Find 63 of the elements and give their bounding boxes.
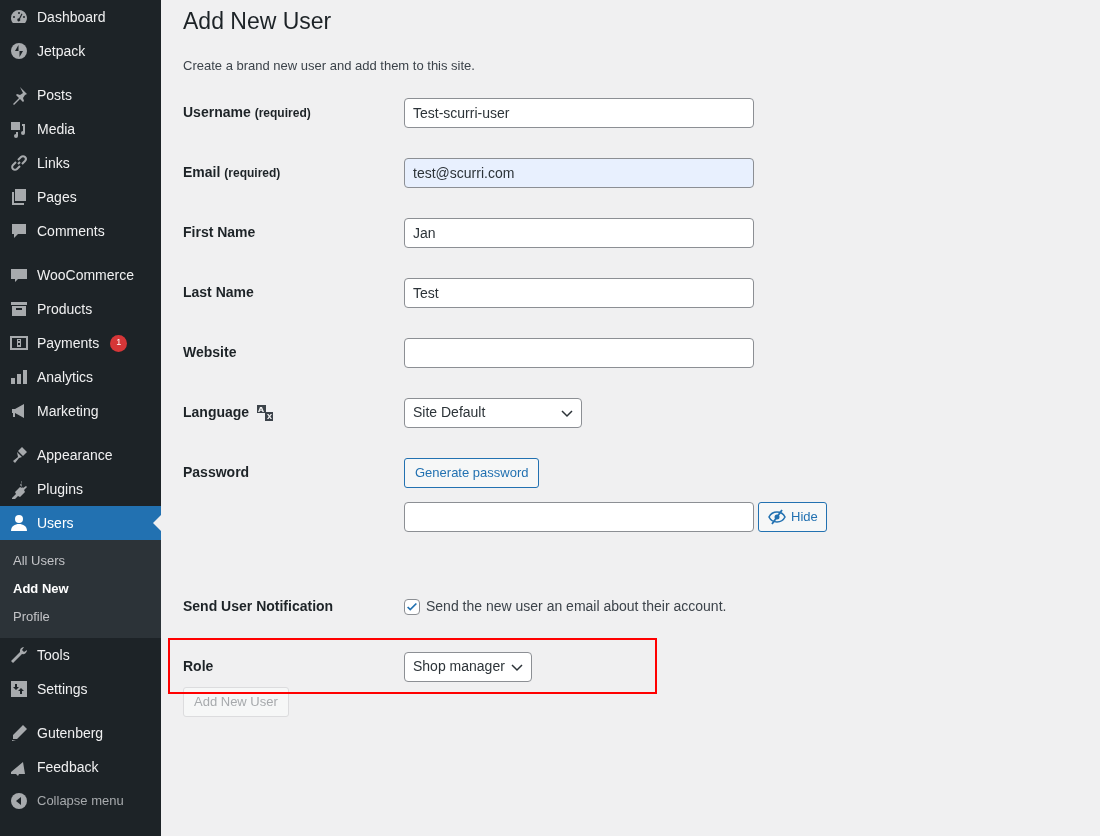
page-description: Create a brand new user and add them to this site.	[183, 57, 475, 75]
sidebar-item[interactable]: Posts	[0, 78, 161, 112]
sidebar-item[interactable]: Gutenberg	[0, 716, 161, 750]
pencil-icon	[9, 723, 29, 743]
text-field[interactable]: Test-scurri-user	[404, 97, 754, 128]
dropdown[interactable]: Shop manager	[404, 651, 532, 682]
link-icon	[9, 153, 29, 173]
sidebar-item[interactable]: Links	[0, 146, 161, 180]
circle-left-icon	[9, 791, 29, 811]
sidebar-item[interactable]: Tools	[0, 638, 161, 672]
submenu-item[interactable]: All Users	[0, 547, 161, 575]
sidebar-item[interactable]: Plugins	[0, 472, 161, 506]
required-note: (required)	[224, 164, 281, 182]
field-label: Language	[183, 403, 250, 422]
password-field[interactable]	[404, 501, 754, 532]
text-field[interactable]: Test	[404, 277, 754, 308]
text-field[interactable]: test@scurri.com	[404, 157, 754, 188]
sidebar-item[interactable]: Marketing	[0, 394, 161, 428]
collapse-menu-button[interactable]: Collapse menu	[0, 784, 161, 818]
sidebar-item[interactable]: WooCommerce	[0, 258, 161, 292]
sidebar-item[interactable]: Users	[0, 506, 161, 540]
wrench-icon	[9, 645, 29, 665]
submenu-item[interactable]: Profile	[0, 603, 161, 631]
field-label: Send User Notification	[183, 597, 334, 616]
sidebar-item[interactable]: Media	[0, 112, 161, 146]
field-label: Role	[183, 657, 214, 676]
checkbox-label: Send the new user an email about their account.	[426, 597, 727, 616]
sidebar-item[interactable]: Products	[0, 292, 161, 326]
sidebar-item[interactable]: Jetpack	[0, 34, 161, 68]
pages-icon	[9, 187, 29, 207]
sliders-icon	[9, 679, 29, 699]
sidebar-item[interactable]: Appearance	[0, 438, 161, 472]
field-label: Website	[183, 343, 237, 362]
page-title: Add New User	[183, 7, 332, 36]
sidebar-item[interactable]: Pages	[0, 180, 161, 214]
submenu-item[interactable]: Add New	[0, 575, 161, 603]
text-field[interactable]	[404, 337, 754, 368]
sidebar-item[interactable]: Dashboard	[0, 0, 161, 34]
generate-password-button[interactable]: Generate password	[404, 457, 540, 488]
bar-chart-icon	[9, 367, 29, 387]
field-label: Last Name	[183, 283, 254, 302]
field-label: Password	[183, 463, 250, 482]
field-label: Username	[183, 103, 251, 122]
sidebar-item[interactable]: Settings	[0, 672, 161, 706]
notification-badge: 1	[110, 334, 128, 352]
translate-icon	[255, 402, 276, 423]
sidebar-item[interactable]: Analytics	[0, 360, 161, 394]
plug-icon	[9, 479, 29, 499]
hide-password-button[interactable]: Hide	[758, 501, 827, 532]
sidebar-item[interactable]: Feedback	[0, 750, 161, 784]
text-field[interactable]: Jan	[404, 217, 754, 248]
sidebar-item[interactable]: Comments	[0, 214, 161, 248]
checkbox[interactable]	[404, 598, 420, 615]
field-label: First Name	[183, 223, 256, 242]
archive-box-icon	[9, 299, 29, 319]
required-note: (required)	[254, 104, 311, 122]
field-label: Email	[183, 163, 221, 182]
bolt-circle-icon	[9, 41, 29, 61]
current-pointer	[153, 515, 161, 531]
speech-bubble-icon	[9, 221, 29, 241]
person-icon	[9, 513, 29, 533]
sidebar-item[interactable]: Payments 1	[0, 326, 161, 360]
dropdown[interactable]: Site Default	[404, 397, 582, 428]
